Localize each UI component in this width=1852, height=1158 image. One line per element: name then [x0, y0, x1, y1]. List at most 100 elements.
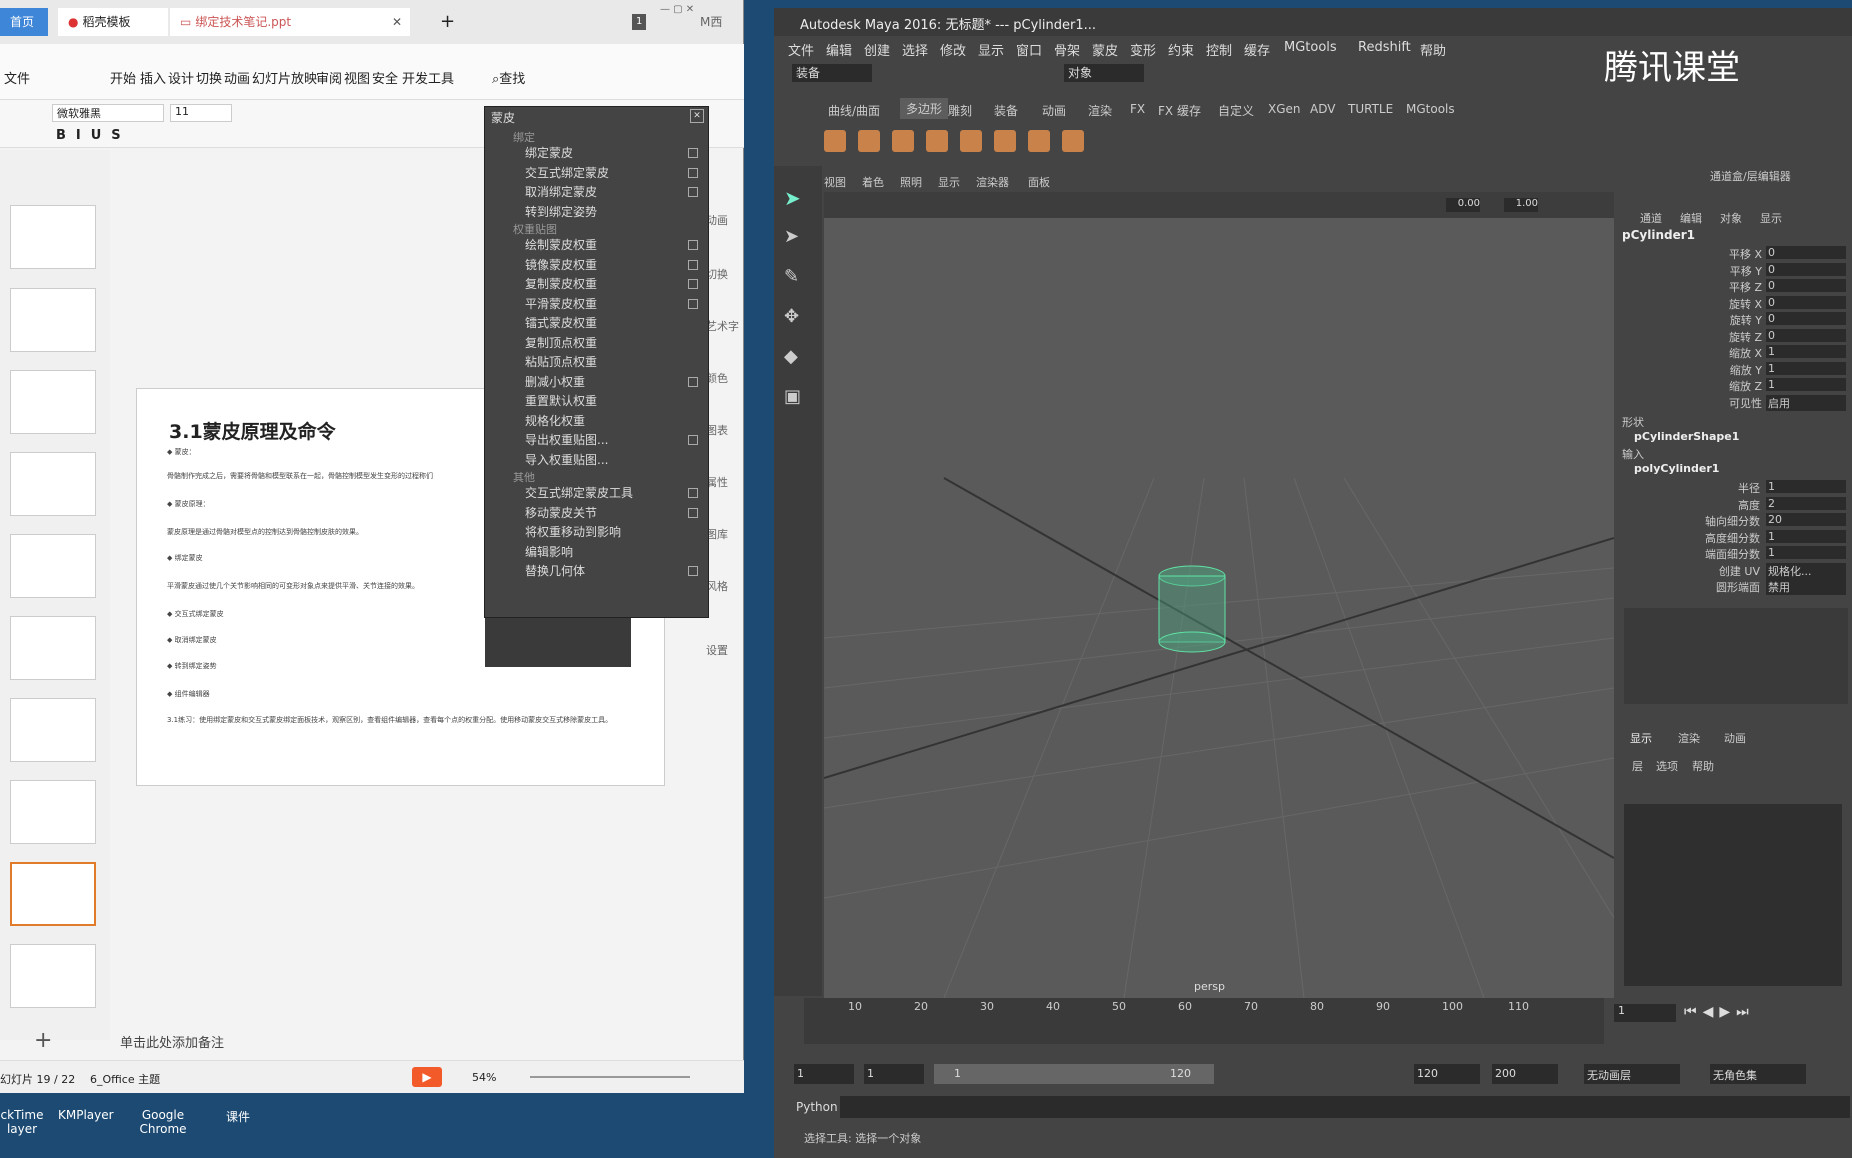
playback-end-field[interactable]: 120 — [1414, 1064, 1480, 1084]
panel-menu-renderer[interactable]: 渲染器 — [976, 174, 1009, 190]
menu-file[interactable]: 文件 — [788, 40, 814, 59]
tool-transition[interactable]: 切换 — [706, 266, 728, 282]
menu-item[interactable]: 绑定蒙皮 — [525, 143, 705, 163]
slide-title[interactable]: 3.1蒙皮原理及命令 — [169, 417, 336, 444]
tool-property[interactable]: 属性 — [706, 474, 728, 490]
shelf-tab[interactable]: MGtools — [1406, 102, 1455, 116]
option-box-icon[interactable] — [688, 507, 698, 518]
tool-animation[interactable]: 动画 — [706, 212, 728, 228]
desktop-icon-label[interactable]: Google Chrome — [138, 1108, 188, 1136]
menu-transition[interactable]: 切换 — [196, 68, 222, 87]
menu-display[interactable]: 显示 — [978, 40, 1004, 59]
scale-tool-icon[interactable]: ▣ — [784, 386, 801, 407]
channel-value[interactable]: 1 — [1766, 378, 1846, 391]
current-frame-field[interactable]: 1 — [1614, 1004, 1676, 1022]
menu-security[interactable]: 安全 — [372, 68, 398, 87]
option-box-icon[interactable] — [688, 187, 698, 197]
menu-control[interactable]: 控制 — [1206, 40, 1232, 59]
channel-value[interactable]: 启用 — [1766, 394, 1846, 411]
slide-thumbnail[interactable] — [10, 944, 96, 1008]
pipe-icon[interactable] — [1062, 130, 1084, 152]
layer-tab-anim[interactable]: 动画 — [1724, 730, 1746, 746]
object-name[interactable]: pCylinder1 — [1622, 228, 1695, 242]
user-name[interactable]: M西 — [690, 8, 732, 36]
channel-value[interactable]: 1 — [1766, 345, 1846, 358]
lasso-tool-icon[interactable]: ➤ — [784, 226, 799, 247]
paint-select-icon[interactable]: ✎ — [784, 266, 799, 287]
option-box-icon[interactable] — [688, 240, 698, 250]
panel-menu-view[interactable]: 视图 — [824, 174, 846, 190]
menu-item[interactable]: 平滑蒙皮权重 — [525, 294, 705, 314]
input-attr-value[interactable]: 1 — [1766, 546, 1846, 559]
tool-chart[interactable]: 图表 — [706, 422, 728, 438]
desktop-icon-label[interactable]: ckTime layer — [0, 1108, 44, 1136]
menu-item[interactable]: 替换几何体 — [525, 561, 705, 581]
slide-thumbnail[interactable] — [10, 452, 96, 516]
menu-item[interactable]: 删减小权重 — [525, 372, 705, 392]
cb-menu[interactable]: 显示 — [1760, 210, 1782, 226]
menu-item[interactable]: 绘制蒙皮权重 — [525, 235, 705, 255]
tool-settings[interactable]: 设置 — [706, 642, 728, 658]
desktop-icon-label[interactable]: 课件 — [226, 1108, 250, 1125]
menu-window[interactable]: 窗口 — [1016, 40, 1042, 59]
layer-menu[interactable]: 层 — [1632, 758, 1643, 774]
menu-start[interactable]: 开始 — [110, 68, 136, 87]
notes-placeholder[interactable]: 单击此处添加备注 — [120, 1032, 224, 1051]
menu-modify[interactable]: 修改 — [940, 40, 966, 59]
object-select[interactable]: 对象 — [1064, 64, 1144, 82]
zoom-slider[interactable] — [530, 1076, 690, 1078]
menu-file[interactable]: 文件 — [4, 68, 30, 87]
layer-tab-display[interactable]: 显示 — [1630, 730, 1652, 746]
menu-cache[interactable]: 缓存 — [1244, 40, 1270, 59]
channel-value[interactable]: 0 — [1766, 246, 1846, 259]
shape-name[interactable]: pCylinderShape1 — [1634, 430, 1739, 443]
rotate-tool-icon[interactable]: ◆ — [784, 346, 798, 367]
tab-file[interactable]: ▭ 绑定技术笔记.ppt ✕ — [170, 8, 410, 36]
shelf-tab[interactable]: ADV — [1310, 102, 1335, 116]
menu-design[interactable]: 设计 — [168, 68, 194, 87]
option-box-icon[interactable] — [688, 148, 698, 158]
shelf-tab[interactable]: 曲线/曲面 — [828, 102, 880, 119]
slide-thumbnail[interactable] — [10, 288, 96, 352]
slide-thumbnail[interactable] — [10, 698, 96, 762]
channel-value[interactable]: 0 — [1766, 312, 1846, 325]
panel-menu-show[interactable]: 显示 — [938, 174, 960, 190]
menu-insert[interactable]: 插入 — [140, 68, 166, 87]
tool-style[interactable]: 风格 — [706, 578, 728, 594]
close-tab-icon[interactable]: ✕ — [392, 8, 402, 36]
channel-value[interactable]: 1 — [1766, 361, 1846, 375]
menu-item[interactable]: 交互式绑定蒙皮 — [525, 163, 705, 183]
zoom-level[interactable]: 54% — [472, 1071, 496, 1084]
sphere-icon[interactable] — [824, 130, 846, 152]
menu-item[interactable]: 取消绑定蒙皮 — [525, 182, 705, 202]
menu-item[interactable]: 镜像蒙皮权重 — [525, 255, 705, 275]
start-frame-field[interactable]: 1 — [794, 1064, 854, 1084]
menu-item[interactable]: 镭式蒙皮权重 — [525, 313, 705, 333]
shelf-tab[interactable]: FX 缓存 — [1158, 102, 1201, 119]
menu-item[interactable]: 导出权重贴图... — [525, 430, 705, 450]
shelf-tab[interactable]: 动画 — [1042, 102, 1066, 119]
channel-value[interactable]: 0 — [1766, 328, 1846, 342]
menu-review[interactable]: 审阅 — [316, 68, 342, 87]
plane-icon[interactable] — [960, 130, 982, 152]
menu-item[interactable]: 编辑影响 — [525, 542, 705, 562]
input-attr-value[interactable]: 20 — [1766, 513, 1846, 526]
shelf-tab[interactable]: TURTLE — [1348, 102, 1393, 116]
menu-item[interactable]: 导入权重贴图... — [525, 450, 705, 470]
layer-tab-render[interactable]: 渲染 — [1678, 730, 1700, 746]
option-box-icon[interactable] — [688, 298, 698, 309]
playback-controls[interactable]: ⏮◀▶⏭ — [1684, 1004, 1755, 1020]
cb-menu[interactable]: 对象 — [1720, 210, 1742, 226]
slide-thumbnail[interactable] — [10, 370, 96, 434]
menu-item[interactable]: 规格化权重 — [525, 411, 705, 431]
menu-animation[interactable]: 动画 — [224, 68, 250, 87]
layer-menu[interactable]: 选项 — [1656, 758, 1678, 774]
input-name[interactable]: polyCylinder1 — [1634, 462, 1719, 475]
input-attr-value[interactable]: 2 — [1766, 496, 1846, 510]
text-style-buttons[interactable]: BIUS — [56, 128, 131, 143]
menu-item[interactable]: 交互式绑定蒙皮工具 — [525, 483, 705, 503]
layer-menu[interactable]: 帮助 — [1692, 758, 1714, 774]
option-box-icon[interactable] — [688, 279, 698, 289]
menu-edit[interactable]: 编辑 — [826, 40, 852, 59]
menu-view[interactable]: 视图 — [344, 68, 370, 87]
